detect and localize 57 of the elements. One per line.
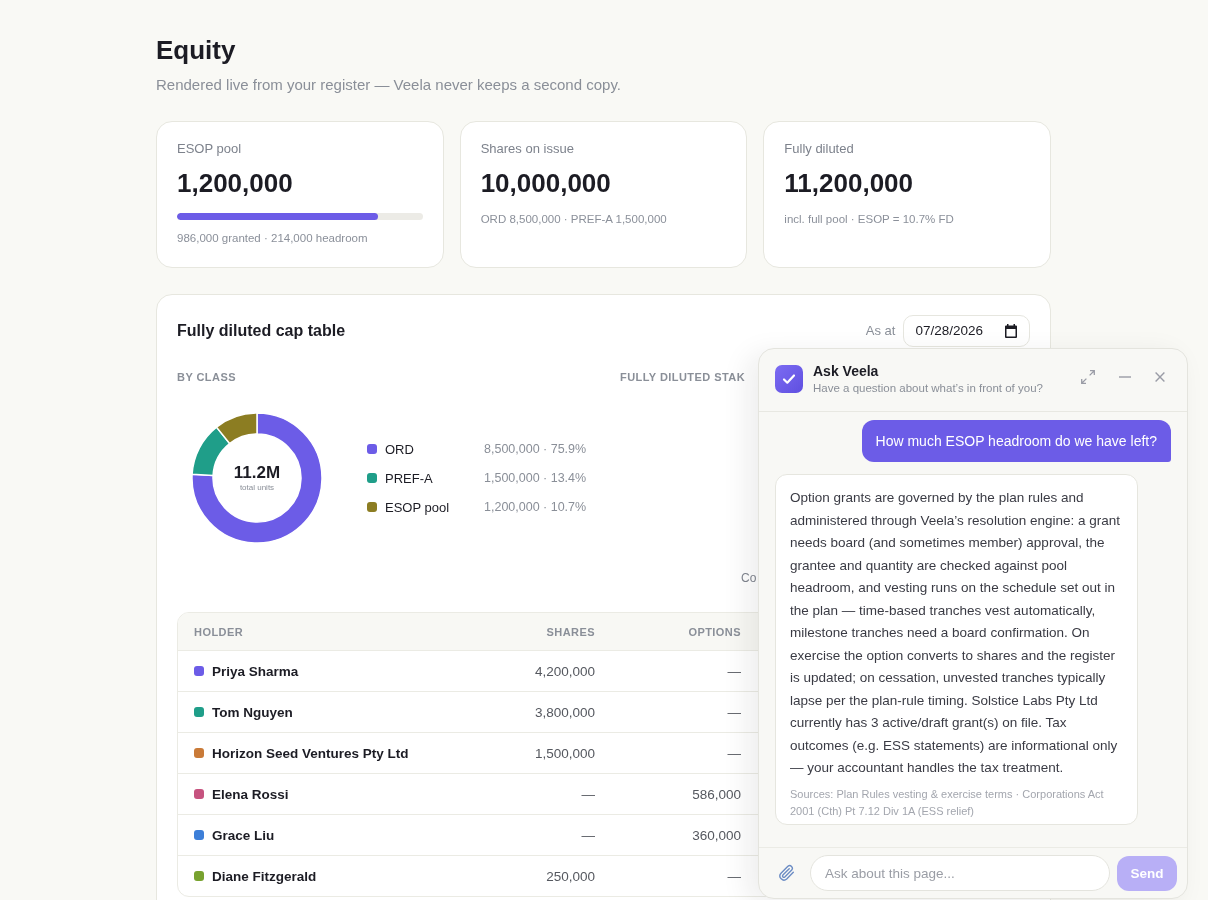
table-cell-text: 250,000 <box>545 868 595 884</box>
holder-name: Diane Fitzgerald <box>212 868 317 884</box>
chat-subtitle: Have a question about what’s in front of you? <box>813 381 1043 396</box>
expand-icon[interactable] <box>1081 370 1095 384</box>
section-heading: BY CLASS <box>177 370 236 384</box>
user-message: How much ESOP headroom do we have left? <box>861 420 1171 462</box>
note-text: Co <box>741 570 757 586</box>
date-label: As at <box>865 323 896 338</box>
message-input[interactable]: Ask about this page... <box>810 855 1110 891</box>
legend-value: 1,200,000 · 10.7% <box>484 500 587 514</box>
stat-note: incl. full pool · ESOP = 10.7% FD <box>784 212 954 227</box>
stat-value: 10,000,000 <box>480 167 611 199</box>
legend-label: ESOP pool <box>385 499 451 515</box>
table-cell-text: 360,000 <box>691 827 741 843</box>
column-header: HOLDER <box>194 625 245 638</box>
total-value: 11.2M <box>233 463 281 483</box>
date-field[interactable]: 07/28/2026 <box>903 314 1030 347</box>
stat-label: ESOP pool <box>177 140 242 158</box>
table-cell-text: — <box>580 827 595 843</box>
holder-name: Priya Sharma <box>212 663 299 679</box>
stat-label: Shares on issue <box>480 140 574 158</box>
chat-title: Ask Veela <box>813 362 879 380</box>
stat-value: 1,200,000 <box>177 167 293 199</box>
table-cell-text: 3,800,000 <box>533 704 595 720</box>
table-cell-text: 586,000 <box>691 786 741 802</box>
legend-value: 1,500,000 · 13.4% <box>484 471 587 485</box>
table-cell-text: — <box>580 786 595 802</box>
close-icon[interactable] <box>1155 372 1165 382</box>
stat-value: 11,200,000 <box>784 167 914 199</box>
table-cell-text: — <box>726 745 741 761</box>
check-icon <box>775 365 803 393</box>
table-cell-text: 1,500,000 <box>533 745 595 761</box>
holder-name: Elena Rossi <box>212 786 289 802</box>
table-cell-text: 4,200,000 <box>533 663 595 679</box>
sources-text: Sources: Plan Rules vesting & exercise terms · Corporations Act 2001 (Cth) Pt 7.12 Div 1A (ESS relief) <box>790 786 1105 819</box>
section-heading: FULLY DILUTED STAK <box>620 370 746 384</box>
table-cell-text: — <box>726 704 741 720</box>
stat-label: Fully diluted <box>784 140 854 158</box>
holder-name: Horizon Seed Ventures Pty Ltd <box>212 745 409 761</box>
table-cell-text: — <box>726 663 741 679</box>
page-subtitle: Rendered live from your register — Veela never keeps a second copy. <box>156 75 621 95</box>
legend-label: PREF-A <box>385 470 434 486</box>
page-title: Equity <box>156 34 236 66</box>
section-title: Fully diluted cap table <box>177 321 346 340</box>
message-text: Option grants are governed by the plan rules and administered through Veela’s resolution engine: a grant needs board (and sometimes member) approval, the grantee and quantity are checked against pool headroom, and vesting runs on the schedule set out in the plan — time-based tranches vest automatically, milestone tranches need a board confirmation. On exercise the option converts to shares and the register is updated; on cessation, unvested tranches typically lapse per the plan-rule timing. Solstice Labs Pty Ltd currently has 3 active/draft grant(s) on file. Tax outcomes (e.g. ESS statements) are informational only — your accountant handles the tax treatment. <box>790 489 1121 777</box>
calendar-icon <box>1005 323 1017 338</box>
table-cell-text: — <box>726 868 741 884</box>
legend-label: ORD <box>385 441 415 457</box>
total-label: total units <box>239 483 275 493</box>
column-header: OPTIONS <box>687 625 741 638</box>
stat-note: ORD 8,500,000 · PREF-A 1,500,000 <box>480 212 667 227</box>
column-header: SHARES <box>545 625 595 638</box>
stat-note: 986,000 granted · 214,000 headroom <box>177 231 368 246</box>
holder-name: Grace Liu <box>212 827 275 843</box>
holder-name: Tom Nguyen <box>212 704 293 720</box>
legend-value: 8,500,000 · 75.9% <box>484 442 587 456</box>
paperclip-icon[interactable] <box>778 864 795 882</box>
